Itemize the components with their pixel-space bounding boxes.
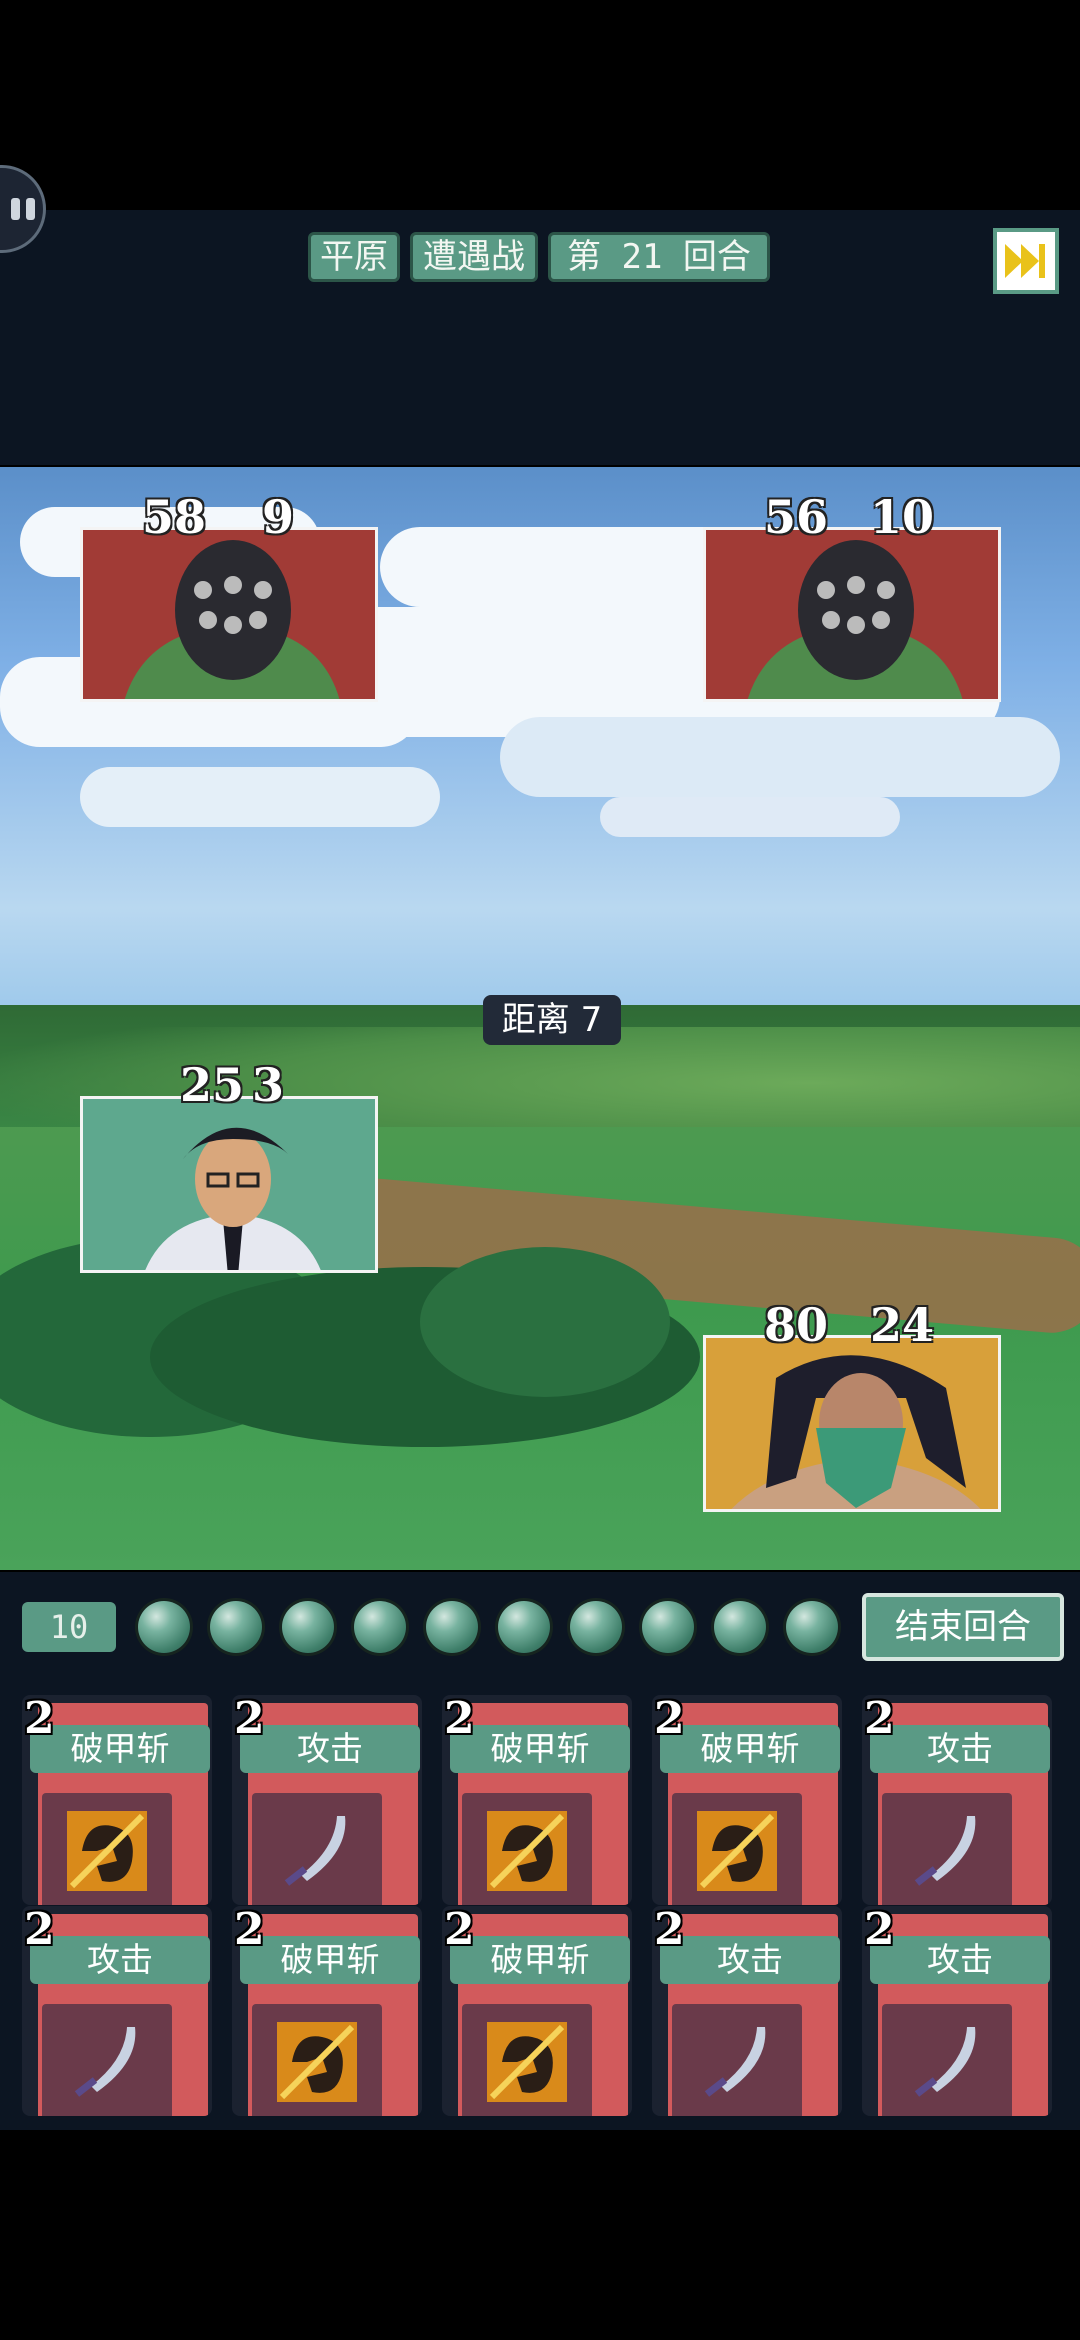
energy-orb [354,1601,406,1653]
card[interactable]: 攻击 2 [232,1695,422,1905]
terrain-chip: 平原 [308,232,400,282]
armor-break-icon [487,2022,567,2102]
hooded-enemy-icon [747,540,963,699]
fast-forward-icon [1005,244,1045,278]
sword-icon [704,2027,766,2097]
armor-break-icon [67,1811,147,1891]
card-name: 破甲斩 [660,1725,840,1773]
enemy-2-armor: 10 [863,490,935,544]
sword-icon [914,2027,976,2097]
end-turn-button[interactable]: 结束回合 [862,1593,1064,1661]
card[interactable]: 攻击 2 [862,1906,1052,2116]
card-name: 攻击 [660,1936,840,1984]
energy-orb [642,1601,694,1653]
card-name: 破甲斩 [450,1936,630,1984]
enemy-portrait-1[interactable] [80,527,378,702]
ally-masked-armor: 24 [863,1298,935,1352]
armor-break-icon [487,1811,567,1891]
fast-forward-button[interactable] [993,228,1059,294]
card-cost: 2 [654,1695,685,1744]
card[interactable]: 破甲斩 2 [442,1906,632,2116]
card[interactable]: 破甲斩 2 [232,1906,422,2116]
card[interactable]: 攻击 2 [22,1906,212,2116]
card-name: 攻击 [30,1936,210,1984]
distance-label: 距离 7 [483,995,621,1045]
energy-count: 10 [22,1602,116,1652]
card-name: 攻击 [870,1725,1050,1773]
energy-orb [138,1601,190,1653]
card-cost: 2 [444,1695,475,1744]
card-name: 破甲斩 [240,1936,420,1984]
enemy-1-armor: 9 [255,490,309,544]
card-cost: 2 [24,1695,55,1744]
sword-icon [74,2027,136,2097]
energy-orb [282,1601,334,1653]
card[interactable]: 破甲斩 2 [22,1695,212,1905]
armor-break-icon [277,2022,357,2102]
card-cost: 2 [24,1906,55,1955]
energy-orb [498,1601,550,1653]
energy-orb [714,1601,766,1653]
card[interactable]: 攻击 2 [862,1695,1052,1905]
card-cost: 2 [864,1906,895,1955]
card-cost: 2 [864,1695,895,1744]
energy-orb [426,1601,478,1653]
enemy-1-hp: 58 [142,490,207,544]
masked-character-icon [731,1355,981,1509]
ally-portrait-glasses[interactable] [80,1096,378,1273]
ally-glasses-hp: 25 [180,1058,245,1112]
sword-icon [284,1816,346,1886]
energy-orb [570,1601,622,1653]
ally-masked-hp: 80 [764,1298,829,1352]
card[interactable]: 破甲斩 2 [442,1695,632,1905]
round-chip: 第 21 回合 [548,232,770,282]
hooded-enemy-icon [124,540,340,699]
card-cost: 2 [654,1906,685,1955]
card-name: 攻击 [240,1725,420,1773]
battle-type-chip: 遭遇战 [410,232,538,282]
enemy-portrait-2[interactable] [703,527,1001,702]
card-cost: 2 [234,1906,265,1955]
card-name: 破甲斩 [30,1725,210,1773]
card-name: 攻击 [870,1936,1050,1984]
ally-glasses-armor: 3 [245,1058,299,1112]
ally-portrait-masked[interactable] [703,1335,1001,1512]
sword-icon [914,1816,976,1886]
card[interactable]: 攻击 2 [652,1906,842,2116]
glasses-character-icon [145,1127,321,1270]
enemy-2-hp: 56 [764,490,829,544]
card-cost: 2 [444,1906,475,1955]
card[interactable]: 破甲斩 2 [652,1695,842,1905]
card-cost: 2 [234,1695,265,1744]
energy-orb [210,1601,262,1653]
top-bar [0,210,1080,465]
pause-icon [11,198,20,220]
energy-orb [786,1601,838,1653]
card-name: 破甲斩 [450,1725,630,1773]
armor-break-icon [697,1811,777,1891]
